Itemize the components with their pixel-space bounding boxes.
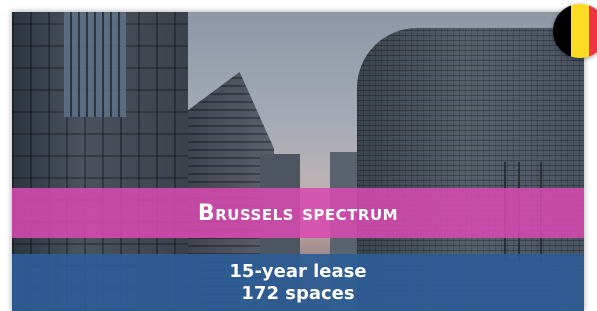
lease-term: 15-year lease: [229, 261, 367, 282]
title-banner: Brussels spectrum: [12, 188, 584, 238]
parking-spaces: 172 spaces: [241, 283, 355, 304]
info-band: 15-year lease 172 spaces: [12, 254, 584, 311]
listing-card[interactable]: Brussels spectrum 15-year lease 172 spac…: [12, 12, 584, 311]
listing-title: Brussels spectrum: [197, 200, 399, 226]
